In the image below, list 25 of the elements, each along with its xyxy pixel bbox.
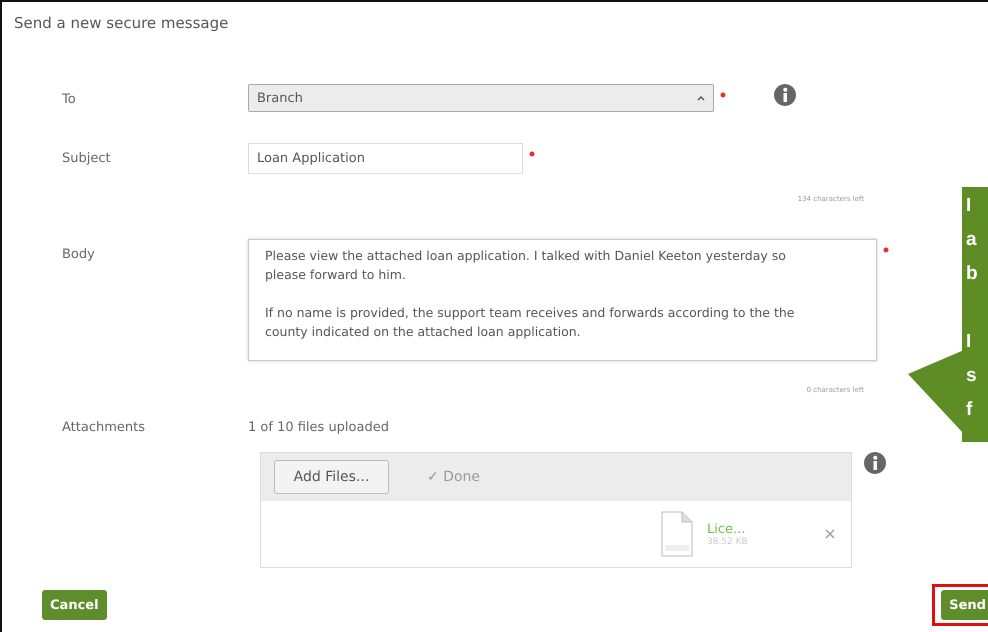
file-name: Lice... <box>707 522 746 536</box>
callout-text: f <box>966 398 974 422</box>
callout-text: s <box>966 364 978 388</box>
recipient-select[interactable]: Branch <box>248 84 714 112</box>
document-icon <box>661 511 693 557</box>
done-label: ✓ Done <box>427 469 480 485</box>
callout-text: I <box>966 330 972 354</box>
send-button[interactable]: Send <box>941 590 988 620</box>
cancel-button[interactable]: Cancel <box>42 590 107 620</box>
add-files-button[interactable]: Add Files... <box>274 460 389 494</box>
chevron-up-icon <box>697 95 705 101</box>
subject-field[interactable]: Loan Application <box>248 143 523 174</box>
upload-status: 1 of 10 files uploaded <box>248 419 390 435</box>
field-label: Body <box>62 246 96 262</box>
field-label: Attachments <box>62 419 146 435</box>
info-icon[interactable] <box>774 84 796 106</box>
callout-text: I <box>966 194 972 218</box>
field-label: Subject <box>62 150 112 166</box>
callout-text: a <box>966 228 978 252</box>
window-title: Send a new secure message <box>13 13 230 34</box>
body-field[interactable]: Please view the attached loan application. I talked with Daniel Keeton yesterday so please forward to him. If no name is provided, the support team receives and forwards according to the the county indicated on the attached loan application. <box>248 239 877 361</box>
field-label: To <box>62 91 77 107</box>
callout-text: b <box>966 262 979 286</box>
info-icon[interactable] <box>864 452 886 474</box>
close-icon[interactable] <box>825 529 835 539</box>
